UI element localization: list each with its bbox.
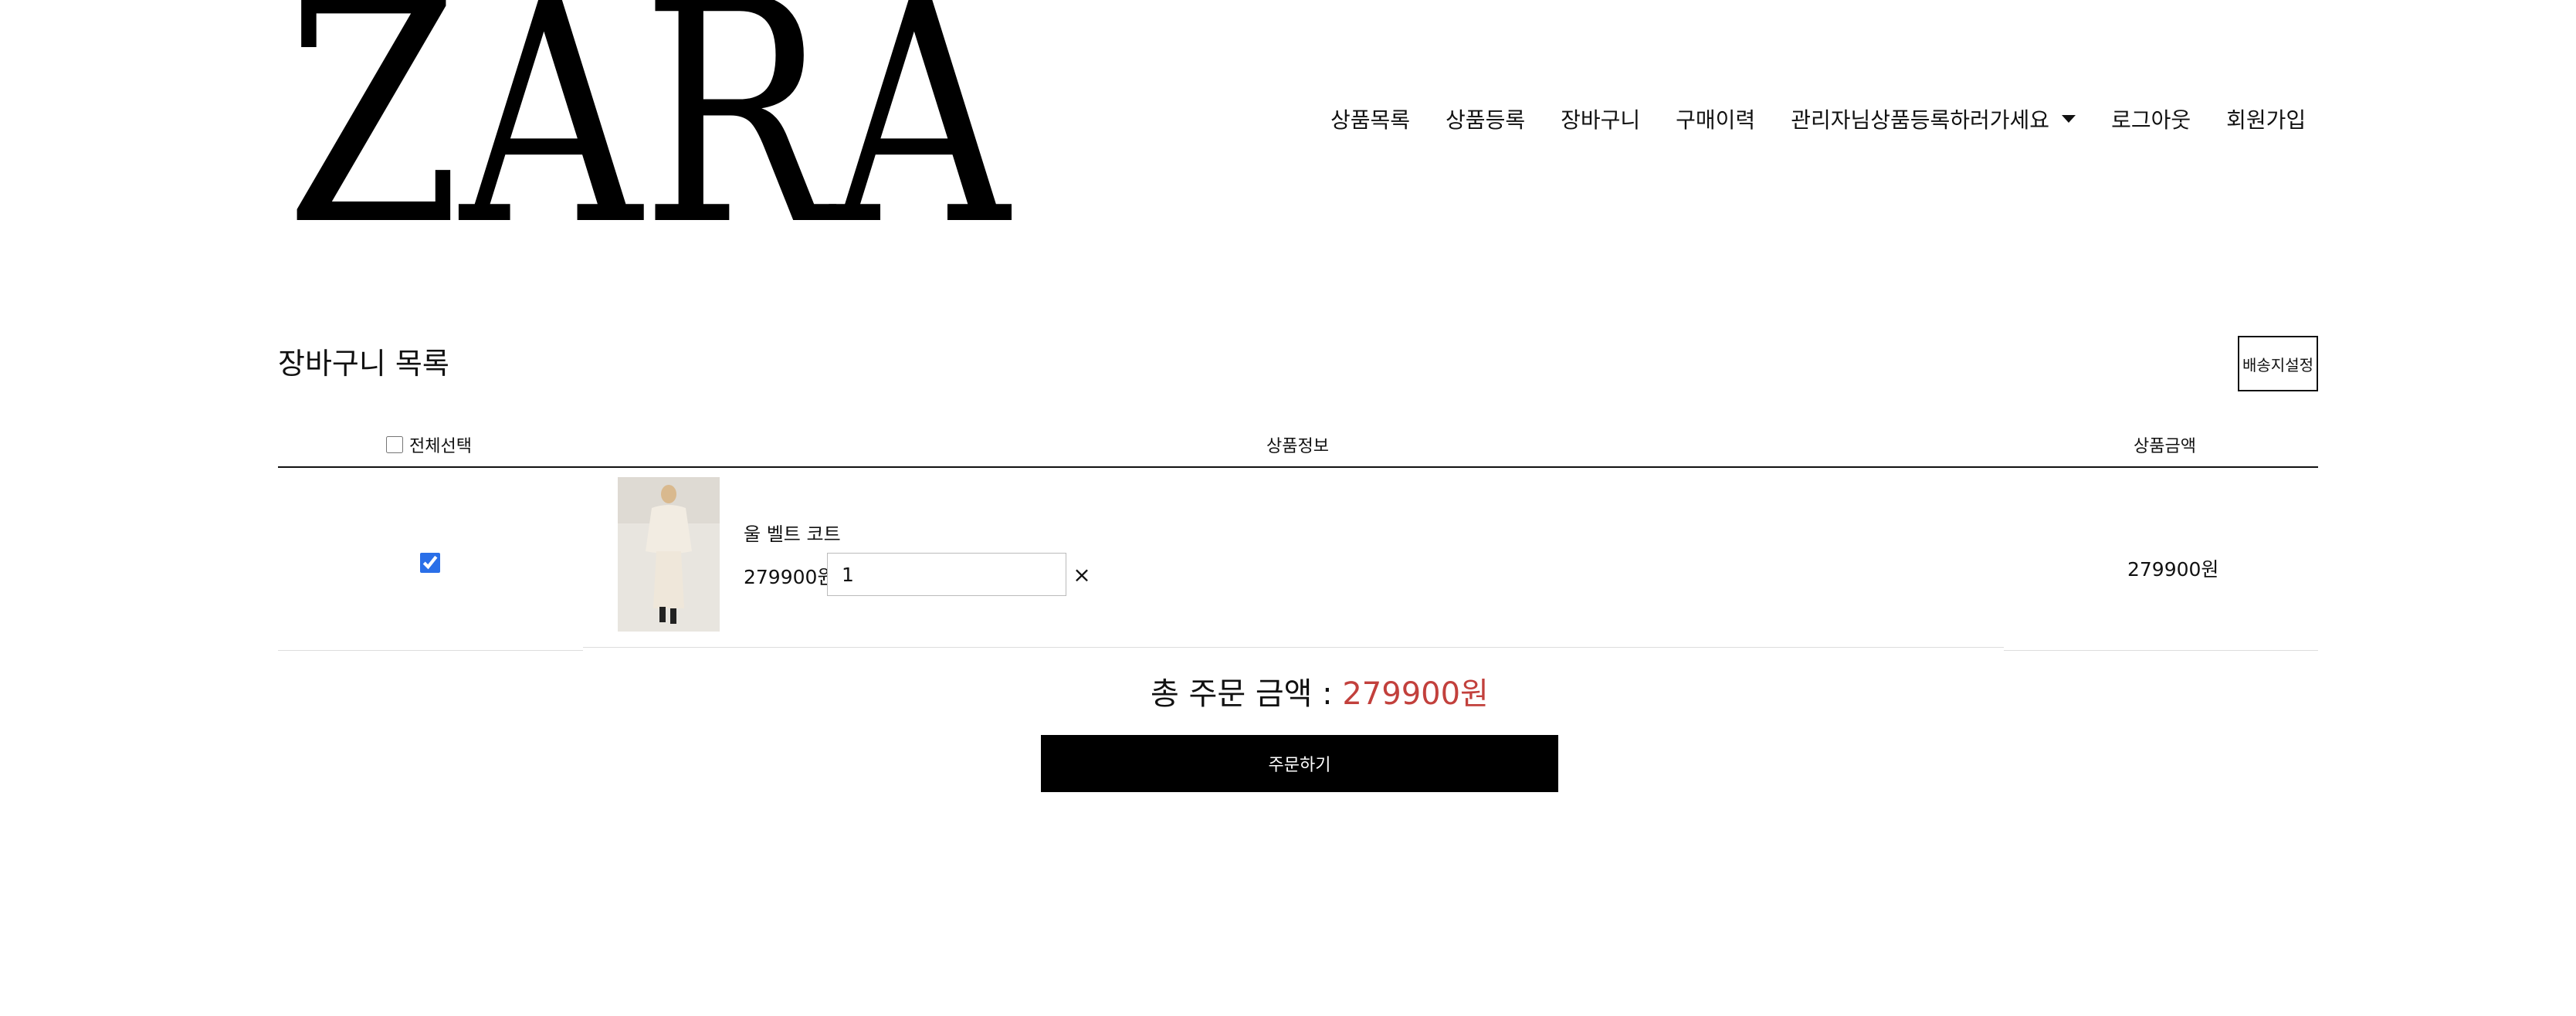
product-image <box>618 477 720 632</box>
header-product-price: 상품금액 <box>2134 437 2196 456</box>
order-total-amount: 279900원 <box>1342 676 1489 712</box>
nav-item-signup[interactable]: 회원가입 <box>2208 102 2323 136</box>
row-total-price: 279900원 <box>2127 558 2219 581</box>
select-all[interactable]: 전체선택 <box>386 432 472 457</box>
order-total: 총 주문 금액 : 279900원 <box>1151 669 1489 713</box>
nav-item-logout[interactable]: 로그아웃 <box>2093 102 2208 136</box>
select-all-checkbox[interactable] <box>386 436 403 453</box>
product-thumbnail[interactable] <box>618 477 720 632</box>
page-title: 장바구니 목록 <box>278 347 449 381</box>
caret-down-icon <box>2062 115 2076 123</box>
nav-item-purchase-history[interactable]: 구매이력 <box>1658 102 1773 136</box>
quantity-input[interactable] <box>827 553 1066 596</box>
cart-table-header: 전체선택 상품정보 상품금액 <box>278 423 2318 468</box>
row-divider <box>583 647 2004 648</box>
header-product-info: 상품정보 <box>1266 437 1329 456</box>
brand-logo[interactable]: ZARA <box>286 0 1012 224</box>
product-unit-price: 279900원 <box>744 566 836 588</box>
remove-item-icon[interactable]: × <box>1069 560 1095 588</box>
select-all-label: 전체선택 <box>409 437 472 456</box>
row-divider <box>278 650 583 651</box>
table-row: 울 벨트 코트 279900원 × 279900원 <box>278 468 2318 652</box>
shipping-address-button[interactable]: 배송지설정 <box>2238 336 2318 391</box>
brand-logo-text: ZARA <box>286 0 1012 224</box>
product-name: 울 벨트 코트 <box>744 523 841 545</box>
nav-item-product-list[interactable]: 상품목록 <box>1313 102 1428 136</box>
cart-table: 전체선택 상품정보 상품금액 울 벨트 코트 279900원 1 × 27990… <box>278 423 2318 652</box>
page: ZARA 상품목록 상품등록 장바구니 구매이력 관리자님상품등록하러가세요 로… <box>0 0 2576 1016</box>
nav-item-cart[interactable]: 장바구니 <box>1543 102 1658 136</box>
top-nav: 상품목록 상품등록 장바구니 구매이력 관리자님상품등록하러가세요 로그아웃 회… <box>1313 102 2323 136</box>
place-order-button[interactable]: 주문하기 <box>1041 735 1558 792</box>
nav-item-product-register[interactable]: 상품등록 <box>1428 102 1543 136</box>
row-divider <box>2004 650 2318 651</box>
order-total-label: 총 주문 금액 : <box>1151 676 1343 712</box>
admin-dropdown-label: 관리자님상품등록하러가세요 <box>1791 107 2050 133</box>
item-checkbox[interactable] <box>420 553 440 573</box>
nav-item-admin-dropdown[interactable]: 관리자님상품등록하러가세요 <box>1773 102 2093 136</box>
